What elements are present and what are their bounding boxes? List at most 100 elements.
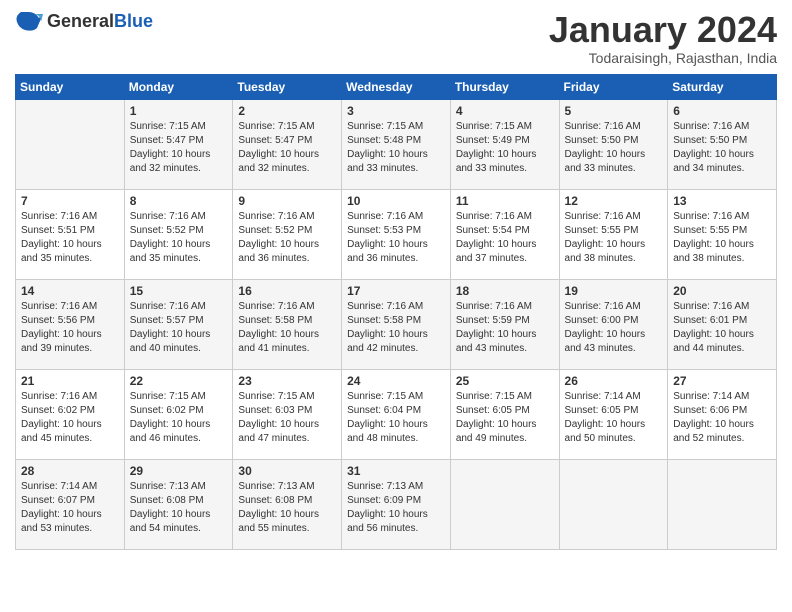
day-cell <box>668 459 777 549</box>
day-info: Sunrise: 7:15 AMSunset: 5:47 PMDaylight:… <box>238 121 319 174</box>
day-number: 5 <box>565 104 663 118</box>
header-thursday: Thursday <box>450 74 559 99</box>
day-cell <box>16 99 125 189</box>
day-cell: 30 Sunrise: 7:13 AMSunset: 6:08 PMDayligh… <box>233 459 342 549</box>
day-number: 20 <box>673 284 771 298</box>
day-info: Sunrise: 7:14 AMSunset: 6:06 PMDaylight:… <box>673 391 754 444</box>
calendar-header-row: SundayMondayTuesdayWednesdayThursdayFrid… <box>16 74 777 99</box>
day-number: 17 <box>347 284 445 298</box>
day-cell: 26Sunrise: 7:14 AMSunset: 6:05 PMDayligh… <box>559 369 668 459</box>
day-number: 12 <box>565 194 663 208</box>
logo-text: GeneralBlue <box>47 11 153 32</box>
logo-blue: Blue <box>114 11 153 31</box>
day-number: 25 <box>456 374 554 388</box>
day-cell: 18 Sunrise: 7:16 AMSunset: 5:59 PMDayligh… <box>450 279 559 369</box>
day-number: 16 <box>238 284 336 298</box>
day-info: Sunrise: 7:15 AMSunset: 6:05 PMDaylight:… <box>456 391 537 444</box>
day-number: 2 <box>238 104 336 118</box>
week-row-4: 21 Sunrise: 7:16 AMSunset: 6:02 PMDayligh… <box>16 369 777 459</box>
day-info: Sunrise: 7:15 AMSunset: 5:47 PMDaylight:… <box>130 121 211 174</box>
day-cell: 4 Sunrise: 7:15 AMSunset: 5:49 PMDaylight… <box>450 99 559 189</box>
header-tuesday: Tuesday <box>233 74 342 99</box>
day-info: Sunrise: 7:16 AMSunset: 5:55 PMDaylight:… <box>673 211 754 264</box>
day-cell: 16 Sunrise: 7:16 AMSunset: 5:58 PMDayligh… <box>233 279 342 369</box>
calendar-table: SundayMondayTuesdayWednesdayThursdayFrid… <box>15 74 777 550</box>
day-info: Sunrise: 7:16 AMSunset: 5:51 PMDaylight:… <box>21 211 102 264</box>
day-number: 18 <box>456 284 554 298</box>
day-number: 13 <box>673 194 771 208</box>
header-saturday: Saturday <box>668 74 777 99</box>
week-row-1: 1 Sunrise: 7:15 AMSunset: 5:47 PMDaylight… <box>16 99 777 189</box>
calendar-body: 1 Sunrise: 7:15 AMSunset: 5:47 PMDaylight… <box>16 99 777 549</box>
day-cell: 24Sunrise: 7:15 AMSunset: 6:04 PMDayligh… <box>342 369 451 459</box>
day-cell: 9Sunrise: 7:16 AMSunset: 5:52 PMDaylight… <box>233 189 342 279</box>
month-title: January 2024 <box>549 10 777 50</box>
week-row-5: 28Sunrise: 7:14 AMSunset: 6:07 PMDayligh… <box>16 459 777 549</box>
day-number: 23 <box>238 374 336 388</box>
day-cell: 10 Sunrise: 7:16 AMSunset: 5:53 PMDayligh… <box>342 189 451 279</box>
day-number: 21 <box>21 374 119 388</box>
day-info: Sunrise: 7:16 AMSunset: 6:02 PMDaylight:… <box>21 391 102 444</box>
day-cell: 31Sunrise: 7:13 AMSunset: 6:09 PMDayligh… <box>342 459 451 549</box>
day-number: 14 <box>21 284 119 298</box>
day-cell: 7 Sunrise: 7:16 AMSunset: 5:51 PMDaylight… <box>16 189 125 279</box>
day-cell: 20 Sunrise: 7:16 AMSunset: 6:01 PMDayligh… <box>668 279 777 369</box>
day-number: 1 <box>130 104 228 118</box>
day-info: Sunrise: 7:16 AMSunset: 5:55 PMDaylight:… <box>565 211 646 264</box>
day-cell: 21 Sunrise: 7:16 AMSunset: 6:02 PMDayligh… <box>16 369 125 459</box>
day-cell: 25 Sunrise: 7:15 AMSunset: 6:05 PMDayligh… <box>450 369 559 459</box>
day-number: 29 <box>130 464 228 478</box>
week-row-2: 7 Sunrise: 7:16 AMSunset: 5:51 PMDaylight… <box>16 189 777 279</box>
day-number: 11 <box>456 194 554 208</box>
day-cell: 17Sunrise: 7:16 AMSunset: 5:58 PMDayligh… <box>342 279 451 369</box>
day-number: 8 <box>130 194 228 208</box>
day-number: 24 <box>347 374 445 388</box>
day-info: Sunrise: 7:14 AMSunset: 6:05 PMDaylight:… <box>565 391 646 444</box>
day-info: Sunrise: 7:15 AMSunset: 5:49 PMDaylight:… <box>456 121 537 174</box>
day-info: Sunrise: 7:16 AMSunset: 5:54 PMDaylight:… <box>456 211 537 264</box>
day-number: 3 <box>347 104 445 118</box>
location: Todaraisingh, Rajasthan, India <box>549 50 777 66</box>
header-monday: Monday <box>124 74 233 99</box>
day-cell: 28Sunrise: 7:14 AMSunset: 6:07 PMDayligh… <box>16 459 125 549</box>
day-number: 9 <box>238 194 336 208</box>
header-wednesday: Wednesday <box>342 74 451 99</box>
day-cell: 12 Sunrise: 7:16 AMSunset: 5:55 PMDayligh… <box>559 189 668 279</box>
title-block: January 2024 Todaraisingh, Rajasthan, In… <box>549 10 777 66</box>
day-info: Sunrise: 7:16 AMSunset: 5:59 PMDaylight:… <box>456 301 537 354</box>
day-number: 15 <box>130 284 228 298</box>
day-cell: 22Sunrise: 7:15 AMSunset: 6:02 PMDayligh… <box>124 369 233 459</box>
day-info: Sunrise: 7:16 AMSunset: 5:56 PMDaylight:… <box>21 301 102 354</box>
day-cell: 23 Sunrise: 7:15 AMSunset: 6:03 PMDayligh… <box>233 369 342 459</box>
day-info: Sunrise: 7:16 AMSunset: 5:58 PMDaylight:… <box>238 301 319 354</box>
day-number: 30 <box>238 464 336 478</box>
day-number: 27 <box>673 374 771 388</box>
logo: GeneralBlue <box>15 10 153 32</box>
day-info: Sunrise: 7:13 AMSunset: 6:08 PMDaylight:… <box>238 481 319 534</box>
day-info: Sunrise: 7:16 AMSunset: 6:00 PMDaylight:… <box>565 301 646 354</box>
day-info: Sunrise: 7:16 AMSunset: 5:50 PMDaylight:… <box>565 121 646 174</box>
day-cell: 3 Sunrise: 7:15 AMSunset: 5:48 PMDaylight… <box>342 99 451 189</box>
day-cell: 19Sunrise: 7:16 AMSunset: 6:00 PMDayligh… <box>559 279 668 369</box>
day-info: Sunrise: 7:16 AMSunset: 5:57 PMDaylight:… <box>130 301 211 354</box>
day-number: 28 <box>21 464 119 478</box>
day-cell: 8Sunrise: 7:16 AMSunset: 5:52 PMDaylight… <box>124 189 233 279</box>
day-cell: 27 Sunrise: 7:14 AMSunset: 6:06 PMDayligh… <box>668 369 777 459</box>
day-number: 4 <box>456 104 554 118</box>
day-info: Sunrise: 7:15 AMSunset: 6:02 PMDaylight:… <box>130 391 211 444</box>
day-cell: 13 Sunrise: 7:16 AMSunset: 5:55 PMDayligh… <box>668 189 777 279</box>
day-cell: 11 Sunrise: 7:16 AMSunset: 5:54 PMDayligh… <box>450 189 559 279</box>
day-cell <box>559 459 668 549</box>
day-info: Sunrise: 7:15 AMSunset: 5:48 PMDaylight:… <box>347 121 428 174</box>
day-info: Sunrise: 7:16 AMSunset: 5:53 PMDaylight:… <box>347 211 428 264</box>
page-header: GeneralBlue January 2024 Todaraisingh, R… <box>15 10 777 66</box>
day-info: Sunrise: 7:13 AMSunset: 6:09 PMDaylight:… <box>347 481 428 534</box>
day-cell: 15 Sunrise: 7:16 AMSunset: 5:57 PMDayligh… <box>124 279 233 369</box>
day-number: 10 <box>347 194 445 208</box>
week-row-3: 14 Sunrise: 7:16 AMSunset: 5:56 PMDayligh… <box>16 279 777 369</box>
day-number: 7 <box>21 194 119 208</box>
logo-icon <box>15 10 43 32</box>
day-info: Sunrise: 7:16 AMSunset: 6:01 PMDaylight:… <box>673 301 754 354</box>
day-cell: 6Sunrise: 7:16 AMSunset: 5:50 PMDaylight… <box>668 99 777 189</box>
day-info: Sunrise: 7:15 AMSunset: 6:03 PMDaylight:… <box>238 391 319 444</box>
